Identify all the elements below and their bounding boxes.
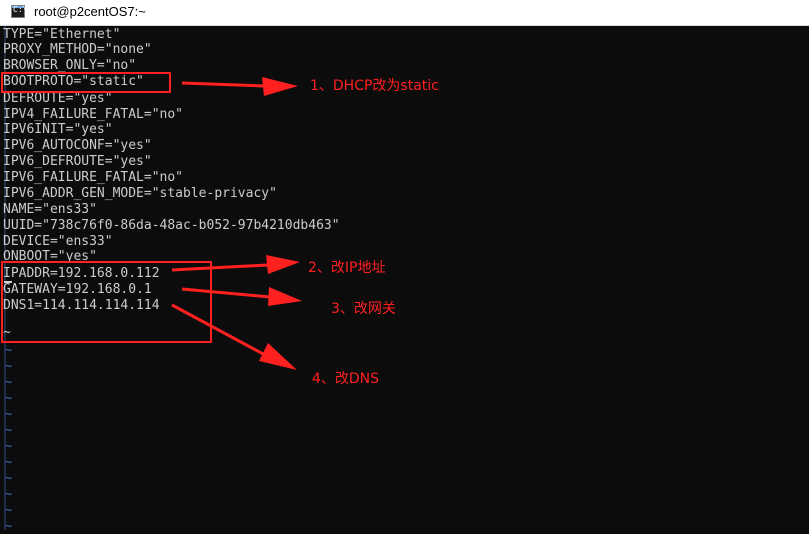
tilde-marker: ~	[5, 519, 13, 533]
terminal-line-name: NAME="ens33"	[3, 202, 97, 217]
annotation-note-4: 4、改DNS	[312, 371, 380, 387]
terminal-line-ipv6-autoconf: IPV6_AUTOCONF="yes"	[3, 138, 152, 153]
console-icon: C:\	[11, 5, 27, 18]
tilde-marker: ~	[5, 439, 13, 453]
tilde-marker: ~	[5, 343, 13, 357]
tilde-marker: ~	[5, 375, 13, 389]
tilde-marker: ~	[5, 487, 13, 501]
highlight-box-bootproto	[1, 72, 171, 93]
highlight-box-network-settings	[1, 261, 212, 343]
tilde-marker: ~	[5, 423, 13, 437]
tilde-marker: ~	[5, 359, 13, 373]
terminal-line-ipv6-defroute: IPV6_DEFROUTE="yes"	[3, 154, 152, 169]
terminal-line-ipv4-failure-fatal: IPV4_FAILURE_FATAL="no"	[3, 107, 184, 122]
terminal-line-uuid: UUID="738c76f0-86da-48ac-b052-97b4210db4…	[3, 218, 340, 233]
terminal-line-type: TYPE="Ethernet"	[3, 27, 121, 42]
tilde-marker: ~	[5, 503, 13, 517]
annotation-note-2: 2、改IP地址	[308, 260, 386, 276]
annotation-note-3: 3、改网关	[331, 301, 396, 317]
terminal-line-defroute: DEFROUTE="yes"	[3, 91, 113, 106]
terminal-line-proxy-method: PROXY_METHOD="none"	[3, 42, 152, 57]
tilde-marker: ~	[5, 391, 13, 405]
title-bar: C:\ root@p2centOS7:~	[0, 0, 809, 26]
terminal-line-ipv6-failure-fatal: IPV6_FAILURE_FATAL="no"	[3, 170, 184, 185]
tilde-marker: ~	[5, 471, 13, 485]
terminal-line-ipv6-addr-gen-mode: IPV6_ADDR_GEN_MODE="stable-privacy"	[3, 186, 277, 201]
tilde-marker: ~	[5, 455, 13, 469]
terminal-line-device: DEVICE="ens33"	[3, 234, 113, 249]
annotation-note-1: 1、DHCP改为static	[310, 78, 439, 94]
window-title: root@p2centOS7:~	[34, 4, 146, 19]
tilde-marker: ~	[5, 407, 13, 421]
terminal-line-ipv6init: IPV6INIT="yes"	[3, 122, 113, 137]
